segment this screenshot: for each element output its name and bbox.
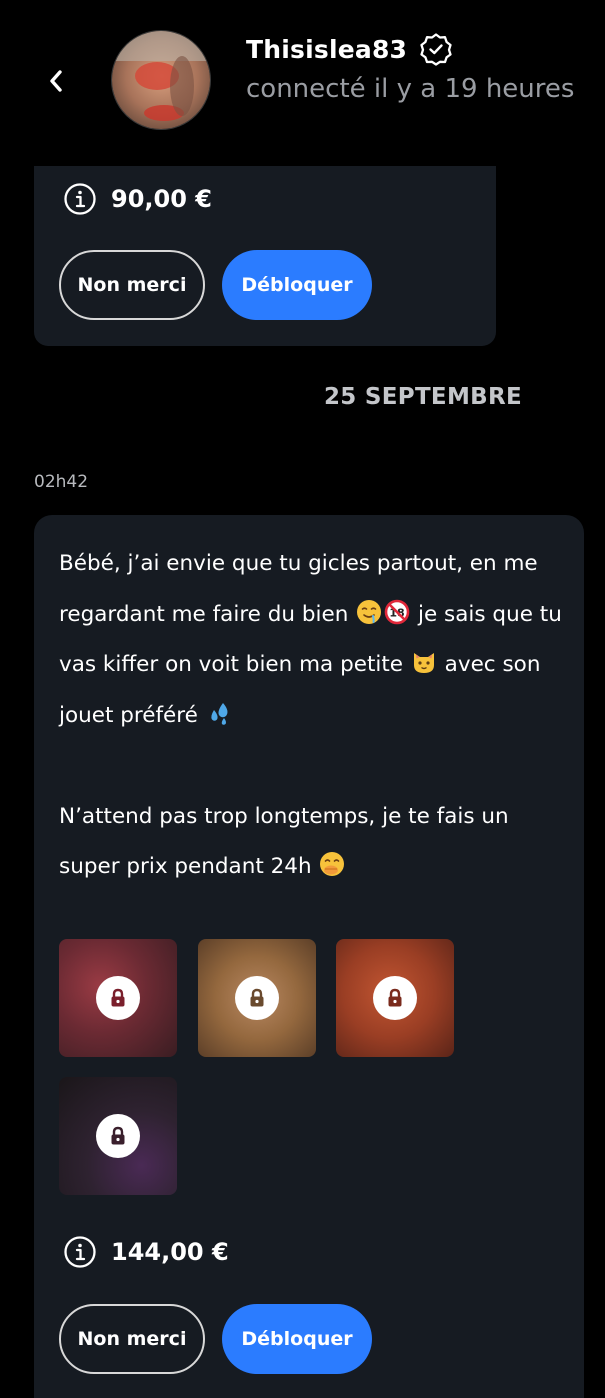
date-separator: 25 SEPTEMBRE [324,384,522,410]
message-text: Bébé, j’ai envie que tu gicles partout, … [59,539,564,893]
message-paragraph: Bébé, j’ai envie que tu gicles partout, … [59,539,564,741]
previous-message-card: 90,00 € Non merci Débloquer [34,166,496,346]
no-under-18-icon: 18 [384,599,410,624]
back-button[interactable] [36,58,76,104]
decline-button[interactable]: Non merci [59,250,205,320]
message-time: 02h42 [34,472,89,492]
locked-media-2[interactable] [198,939,316,1057]
drooling-face-icon [357,599,382,624]
face-with-hand-over-mouth-icon [320,852,345,876]
chevron-left-icon [50,70,62,92]
unlock-button[interactable]: Débloquer [222,250,372,320]
user-info[interactable]: Thisislea83 connecté il y a 19 heures [246,30,596,104]
price-row: 144,00 € [63,1235,229,1269]
decline-button[interactable]: Non merci [59,1304,205,1374]
cat-face-icon [413,653,434,673]
info-icon[interactable] [63,1235,97,1269]
message-card: Bébé, j’ai envie que tu gicles partout, … [34,515,584,1398]
chat-screen: Thisislea83 connecté il y a 19 heures 90… [0,0,605,1398]
locked-media-3[interactable] [336,939,454,1057]
verified-badge-icon [419,32,453,66]
unlock-button[interactable]: Débloquer [222,1304,372,1374]
lock-icon [373,976,417,1020]
price: 144,00 € [111,1238,229,1266]
lock-icon [235,976,279,1020]
online-status: connecté il y a 19 heures [246,74,575,104]
sweat-droplets-icon [211,702,228,725]
locked-media-1[interactable] [59,939,177,1057]
avatar[interactable] [111,30,211,130]
lock-icon [96,1114,140,1158]
price-row: 90,00 € [63,182,212,216]
message-paragraph: N’attend pas trop longtemps, je te fais … [59,792,564,893]
locked-media-4[interactable] [59,1077,177,1195]
price: 90,00 € [111,185,212,213]
lock-icon [96,976,140,1020]
info-icon[interactable] [63,182,97,216]
text-segment: N’attend pas trop longtemps, je te fais … [59,803,509,880]
username: Thisislea83 [246,34,408,64]
